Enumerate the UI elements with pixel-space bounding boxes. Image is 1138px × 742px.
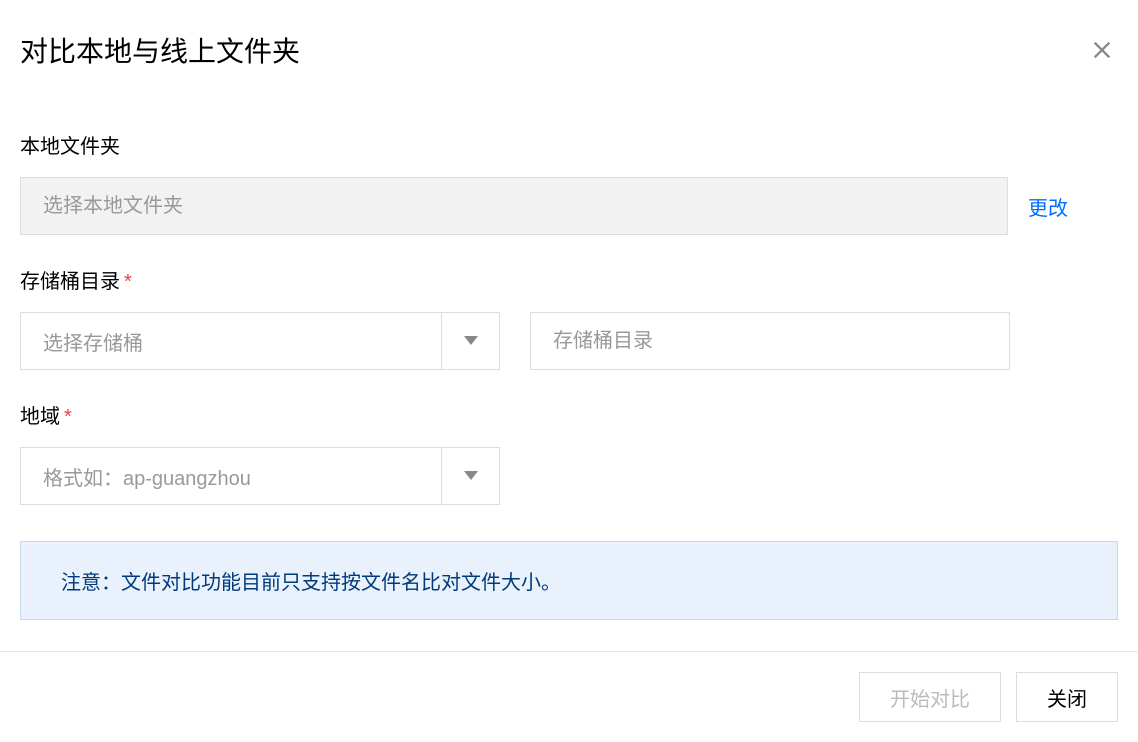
chevron-down-icon xyxy=(441,313,499,369)
bucket-select[interactable]: 选择存储桶 xyxy=(20,312,500,370)
required-asterisk: * xyxy=(124,271,132,293)
chevron-down-icon xyxy=(441,448,499,504)
dialog-container: 对比本地与线上文件夹 本地文件夹 更改 存储桶目录* 选择存储桶 xyxy=(0,0,1138,620)
bucket-dir-group: 存储桶目录* 选择存储桶 xyxy=(20,265,1118,370)
change-folder-link[interactable]: 更改 xyxy=(1028,192,1068,221)
region-select[interactable]: 格式如：ap-guangzhou xyxy=(20,447,500,505)
bucket-select-text: 选择存储桶 xyxy=(21,313,441,369)
notice-box: 注意：文件对比功能目前只支持按文件名比对文件大小。 xyxy=(20,541,1118,620)
region-select-text: 格式如：ap-guangzhou xyxy=(21,448,441,504)
dialog-footer: 开始对比 关闭 xyxy=(0,651,1138,742)
bucket-dir-row: 选择存储桶 xyxy=(20,312,1118,370)
region-label: 地域* xyxy=(20,400,1118,429)
local-folder-label: 本地文件夹 xyxy=(20,130,1118,159)
region-label-text: 地域 xyxy=(20,406,60,428)
bucket-dir-label: 存储桶目录* xyxy=(20,265,1118,294)
close-icon[interactable] xyxy=(1086,34,1118,66)
local-folder-row: 更改 xyxy=(20,177,1118,235)
local-folder-input[interactable] xyxy=(20,177,1008,235)
start-compare-button[interactable]: 开始对比 xyxy=(859,672,1001,722)
notice-text: 注意：文件对比功能目前只支持按文件名比对文件大小。 xyxy=(61,572,561,594)
bucket-dir-label-text: 存储桶目录 xyxy=(20,271,120,293)
local-folder-group: 本地文件夹 更改 xyxy=(20,130,1118,235)
dialog-title: 对比本地与线上文件夹 xyxy=(20,30,300,70)
bucket-dir-input[interactable] xyxy=(530,312,1010,370)
region-group: 地域* 格式如：ap-guangzhou xyxy=(20,400,1118,505)
dialog-header: 对比本地与线上文件夹 xyxy=(20,30,1118,70)
local-folder-label-text: 本地文件夹 xyxy=(20,136,120,158)
required-asterisk: * xyxy=(64,406,72,428)
close-button[interactable]: 关闭 xyxy=(1016,672,1118,722)
